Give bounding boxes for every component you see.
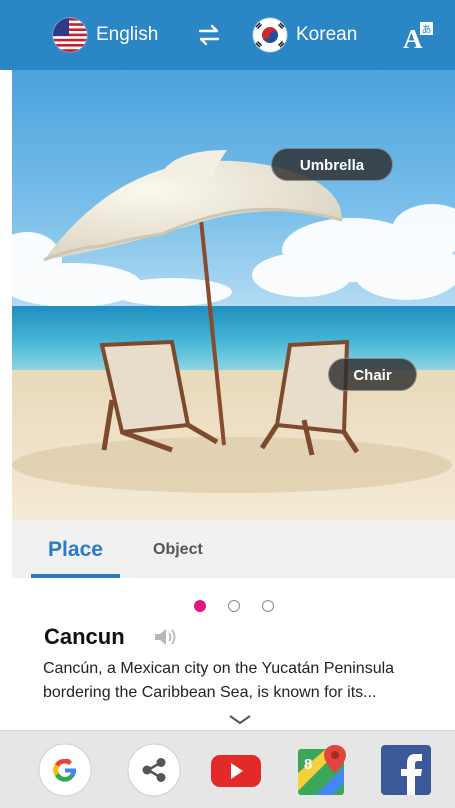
tab-place-label: Place <box>48 538 103 561</box>
target-language-selector[interactable]: Korean <box>253 17 357 53</box>
svg-text:あ: あ <box>422 24 432 36</box>
object-tag-umbrella[interactable]: Umbrella <box>271 148 393 181</box>
chevron-down-icon[interactable] <box>228 713 252 725</box>
tab-place[interactable]: Place <box>31 520 120 578</box>
language-bar: English Korean A あ <box>0 0 455 70</box>
target-language-label: Korean <box>296 24 358 45</box>
swap-arrows-icon[interactable] <box>196 22 222 48</box>
page-dot-1[interactable] <box>194 600 206 612</box>
app-root: English Korean A あ Umbrella Chair Place … <box>0 0 455 808</box>
source-language-selector[interactable]: English <box>53 17 158 53</box>
page-dot-2[interactable] <box>228 600 240 612</box>
tab-object[interactable]: Object <box>153 520 203 578</box>
share-bar: 8 <box>0 730 455 808</box>
source-language-label: English <box>96 24 159 45</box>
korea-flag-icon <box>253 18 287 52</box>
facebook-icon[interactable] <box>379 743 433 797</box>
maps-icon[interactable]: 8 <box>296 743 350 797</box>
share-icon[interactable] <box>127 743 181 797</box>
camera-photo <box>12 70 455 520</box>
place-title: Cancun <box>44 624 125 649</box>
page-dot-3[interactable] <box>262 600 274 612</box>
youtube-icon[interactable] <box>209 743 263 797</box>
font-translate-icon[interactable]: A あ <box>402 19 436 54</box>
speaker-icon[interactable] <box>152 626 178 648</box>
place-description: Cancún, a Mexican city on the Yucatán Pe… <box>43 660 395 701</box>
tab-object-label: Object <box>153 541 203 558</box>
result-tabs: Place Object <box>12 520 455 578</box>
us-flag-icon <box>53 18 87 52</box>
result-panel: Place Object Cancun Cancún, a Mexican ci… <box>12 520 455 730</box>
object-tag-chair[interactable]: Chair <box>328 358 417 391</box>
page-indicator <box>194 599 296 613</box>
svg-text:8: 8 <box>304 756 312 773</box>
active-tab-indicator <box>31 574 120 578</box>
google-icon[interactable] <box>38 743 92 797</box>
